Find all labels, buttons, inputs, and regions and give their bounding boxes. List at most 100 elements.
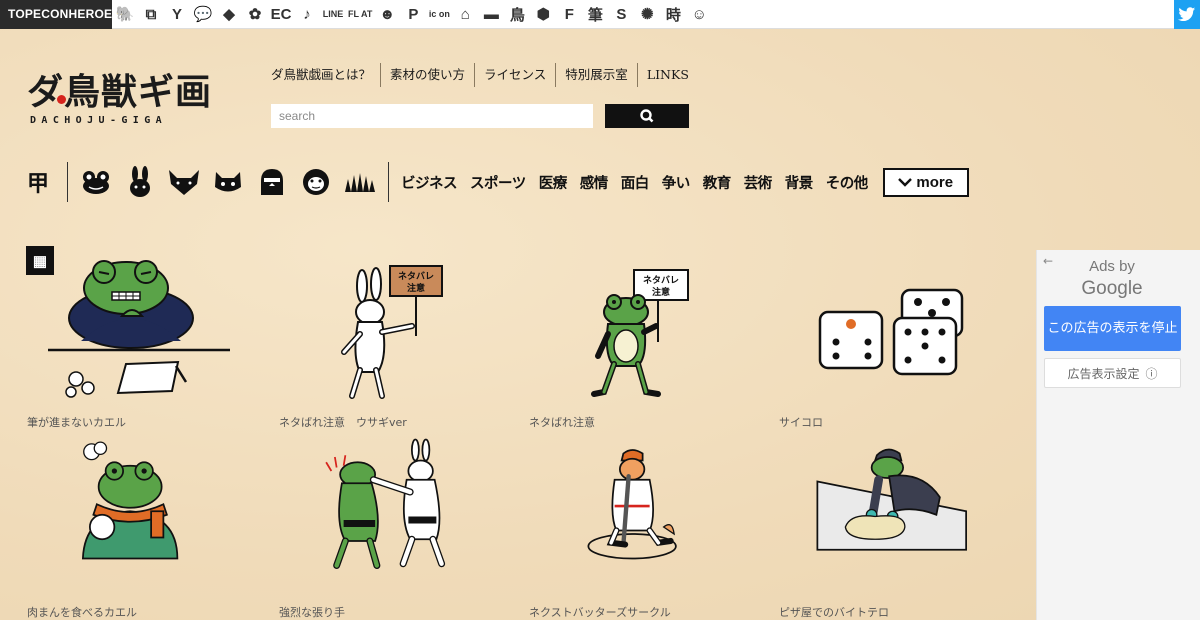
copy-icon[interactable]: ⧉ [138, 0, 164, 29]
illustration-frog-writer [48, 260, 230, 398]
search-button[interactable] [605, 104, 689, 128]
building-icon[interactable]: ⌂ [452, 0, 478, 29]
illustration-caption[interactable]: ネタばれ注意 ウサギver [279, 414, 407, 430]
category-grass[interactable] [338, 162, 382, 202]
illustration-card[interactable]: 肉まんを食べるカエル [26, 436, 236, 620]
ad-settings-button[interactable]: 広告表示設定 ⓘ [1044, 358, 1181, 388]
illustration-card[interactable]: ネクストバッターズサークル [528, 436, 738, 620]
bird-kanji-icon[interactable]: 鳥 [504, 0, 530, 29]
illustration-caption[interactable]: 肉まんを食べるカエル [27, 604, 137, 620]
topic-medical[interactable]: 医療 [539, 172, 568, 193]
info-icon: ⓘ [1145, 366, 1158, 381]
stop-ad-button[interactable]: この広告の表示を停止 [1044, 306, 1181, 351]
category-fox[interactable] [162, 162, 206, 202]
nav-usage[interactable]: 素材の使い方 [381, 63, 476, 87]
illustration-card[interactable]: 筆が進まないカエル [26, 246, 236, 446]
illustration-batter [587, 449, 677, 560]
illustration-caption[interactable]: 筆が進まないカエル [27, 414, 126, 430]
illustration-card[interactable]: 強烈な張り手 [278, 436, 488, 620]
speech-bubble-icon[interactable]: 💬 [190, 0, 216, 29]
site-logo[interactable]: ダ鳥獣ギ画 DACHOJU-GIGA [27, 73, 217, 133]
logo-subtitle: DACHOJU-GIGA [30, 115, 168, 126]
ad-panel: ← Ads by Google この広告の表示を停止 広告表示設定 ⓘ [1036, 250, 1200, 620]
svg-text:注意: 注意 [407, 282, 425, 294]
s-icon[interactable]: S [608, 0, 634, 29]
topic-sports[interactable]: スポーツ [470, 172, 526, 193]
illustration-frog-sign: ネタバレ 注意 [591, 269, 689, 397]
tag-icon[interactable]: ◆ [216, 0, 242, 29]
illustration-card[interactable]: ネタバレ 注意 ネタばれ注意 ウサギver [278, 246, 488, 446]
music-note-icon[interactable]: ♪ [294, 0, 320, 29]
person-icon[interactable]: Y [164, 0, 190, 29]
flat-icon[interactable]: FL AT [346, 0, 374, 29]
illustration-rabbit-sign: ネタバレ 注意 [341, 265, 443, 399]
category-divider [67, 162, 68, 202]
rabbit-icon [130, 166, 150, 197]
parking-icon[interactable]: P [400, 0, 426, 29]
bed-icon[interactable]: ▬ [478, 0, 504, 29]
illustration-sumo-slap [325, 438, 446, 569]
network-icons: 🐘 ⧉ Y 💬 ◆ ✿ EC ♪ LINE FL AT ☻ Pic on ⌂ ▬ 鳥 ⬢ F 筆 S ▦ ✺ 時 ☺ [26, 0, 712, 275]
illustration-card[interactable]: サイコロ [778, 246, 988, 446]
topic-art[interactable]: 芸術 [744, 172, 773, 193]
svg-text:ネタバレ: ネタバレ [398, 270, 434, 282]
search-icon [640, 109, 654, 123]
illustration-caption[interactable]: ネタばれ注意 [529, 414, 595, 430]
cat-icon [215, 172, 241, 192]
ads-by-label: Ads by [1089, 258, 1135, 275]
main-nav: ダ鳥獣戯画とは？ 素材の使い方 ライセンス 特別展示室 LINKS [262, 63, 698, 87]
nav-links[interactable]: LINKS [638, 63, 698, 87]
category-cat[interactable] [206, 162, 250, 202]
topic-business[interactable]: ビジネス [401, 172, 458, 193]
font-f-icon[interactable]: F [556, 0, 582, 29]
illustration-frog-bun [81, 441, 179, 560]
time-kanji-icon[interactable]: 時 [660, 0, 686, 29]
hexagon-icon[interactable]: ⬢ [530, 0, 556, 29]
face-icon[interactable]: ☺ [686, 0, 712, 29]
flower-icon[interactable]: ✿ [242, 0, 268, 29]
twitter-icon[interactable] [1174, 0, 1200, 29]
search-input[interactable] [271, 104, 593, 128]
more-button[interactable]: more [882, 167, 969, 197]
frog-icon [83, 171, 109, 194]
google-label: Google [1081, 278, 1143, 299]
illustration-card[interactable]: ネタバレ 注意 ネタばれ注意 [528, 246, 738, 446]
topeconheroes-brand-link[interactable]: TOPECONHEROES [0, 0, 120, 29]
svg-text:ネタバレ: ネタバレ [643, 274, 679, 286]
chevron-down-icon [898, 178, 913, 187]
topic-emotion[interactable]: 感情 [580, 172, 609, 193]
category-rabbit[interactable] [118, 162, 162, 202]
sparkle-icon[interactable]: ✺ [634, 0, 660, 29]
nav-license[interactable]: ライセンス [475, 63, 557, 87]
line-icon[interactable]: LINE [320, 0, 346, 29]
smiley-icon[interactable]: ☻ [374, 0, 400, 29]
illustration-caption[interactable]: ピザ屋でのバイトテロ [779, 604, 889, 620]
ec-icon[interactable]: EC [268, 0, 294, 29]
animal-icon[interactable]: 🐘 [112, 0, 138, 29]
topic-conflict[interactable]: 争い [662, 172, 691, 193]
brush-kanji-icon[interactable]: 筆 [582, 0, 608, 29]
illustration-dice [818, 288, 964, 376]
topic-other[interactable]: その他 [826, 172, 869, 193]
illustration-caption[interactable]: ネクストバッターズサークル [529, 604, 671, 620]
category-monkey[interactable] [294, 162, 338, 202]
category-row: 甲 ビジネス スポーツ 医療 感情 面白 争い 教育 芸術 背景 その他 mor… [27, 162, 969, 202]
top-network-bar: TOPECONHEROES 🐘 ⧉ Y 💬 ◆ ✿ EC ♪ LINE FL AT ☻ Pic on ⌂… [0, 0, 1200, 275]
illustration-card[interactable]: ピザ屋でのバイトテロ [778, 436, 988, 620]
topic-education[interactable]: 教育 [703, 172, 732, 193]
logo-title: ダ鳥獣ギ画 [27, 72, 213, 113]
nav-about[interactable]: ダ鳥獣戯画とは？ [262, 63, 382, 87]
svg-text:注意: 注意 [652, 286, 670, 298]
grass-icon [345, 173, 375, 192]
nav-special-exhibit[interactable]: 特別展示室 [556, 63, 638, 87]
icon-icon[interactable]: ic on [426, 0, 452, 29]
topic-funny[interactable]: 面白 [621, 172, 650, 193]
category-frog[interactable] [74, 162, 118, 202]
illustration-caption[interactable]: サイコロ [779, 414, 823, 430]
topic-background[interactable]: 背景 [785, 172, 814, 193]
illustration-pizza-frog [816, 448, 967, 551]
category-kou[interactable]: 甲 [27, 166, 61, 198]
illustration-caption[interactable]: 強烈な張り手 [279, 604, 345, 620]
category-bird[interactable] [250, 162, 294, 202]
bird-icon [261, 169, 283, 195]
